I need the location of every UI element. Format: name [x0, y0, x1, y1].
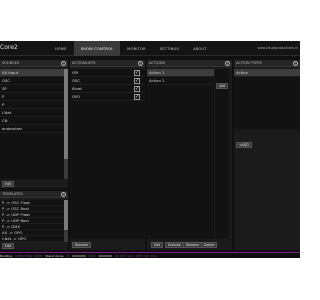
actions-panel: ACTIONS ? Action 1 Action 2 Add Edit Exe… [147, 60, 232, 250]
action-types-add-button[interactable]: <ADD [236, 142, 252, 148]
help-icon[interactable]: ? [293, 61, 298, 66]
list-item[interactable]: P [0, 101, 68, 109]
tab-settings[interactable]: SETTINGS [153, 41, 186, 56]
status-building: Building [0, 253, 13, 258]
list-item[interactable]: P [0, 93, 68, 101]
tab-monitor[interactable]: MONITOR [120, 41, 153, 56]
actionlist-label: GPI [72, 70, 79, 75]
status-ip-label: IP [66, 253, 70, 258]
checkmark-icon[interactable]: ✓ [134, 94, 140, 100]
list-item[interactable]: SP [0, 85, 68, 93]
status-markers: IN OUT ACK VEP TCP OSC [115, 253, 158, 258]
list-item[interactable]: Action 2 [147, 77, 214, 85]
actions-side-column: Add [215, 69, 229, 239]
tab-home[interactable]: HOME [48, 41, 74, 56]
templates-scrollbar[interactable] [64, 200, 68, 242]
action-types-title: ACTION TYPES [236, 61, 262, 65]
sources-panel: SOURCES ? AX Input OSC SP P P I-Net CN a… [0, 60, 68, 188]
sources-scroll-thumb[interactable] [64, 69, 68, 159]
status-bar: Building OPERATING MODE Stand Alone IP 0… [0, 252, 300, 258]
help-icon[interactable]: ? [225, 61, 230, 66]
action-rename-button[interactable]: Rename [183, 242, 203, 248]
action-edit-button[interactable]: Edit [151, 242, 164, 248]
main-nav: HOME SHOW CONTROL MONITOR SETTINGS ABOUT [48, 41, 214, 56]
templates-edit-button[interactable]: Edit [2, 243, 15, 249]
templates-panel: TEMPLATES ? P -> OSC Float P -> OSC Bool… [0, 191, 68, 250]
top-bar: Core2 HOME SHOW CONTROL MONITOR SETTINGS… [0, 41, 300, 56]
status-dmx-value: 0000000 [98, 253, 112, 258]
app-window: Core2 HOME SHOW CONTROL MONITOR SETTINGS… [0, 41, 300, 258]
templates-list: P -> OSC Float P -> OSC Bool P -> UDP Fl… [0, 200, 68, 242]
site-url-link[interactable]: www.visualproductions.nl [257, 46, 298, 50]
action-types-header: ACTION TYPES ? [234, 60, 300, 67]
status-mode-label: OPERATING MODE [15, 253, 43, 258]
actions-header: ACTIONS ? [147, 60, 232, 67]
checkmark-icon[interactable]: ✓ [134, 86, 140, 92]
list-item[interactable]: OSC [0, 77, 68, 85]
sources-list: AX Input OSC SP P P I-Net CN andomizer [0, 69, 68, 179]
sources-header: SOURCES ? [0, 60, 68, 67]
action-delete-button[interactable]: Delete [201, 242, 218, 248]
tab-show-control[interactable]: SHOW CONTROL [73, 41, 121, 56]
action-types-panel: ACTION TYPES ? Action <ADD [234, 60, 300, 250]
list-item[interactable]: Action 1 [147, 69, 214, 77]
list-item[interactable]: GPO ✓ [70, 93, 145, 101]
app-title: Core2 [0, 44, 18, 51]
status-mode-value: Stand Alone [45, 253, 64, 258]
actionlist-label: Kinet [72, 86, 82, 91]
list-item[interactable]: OSC ✓ [70, 77, 145, 85]
list-item[interactable]: I-Net -> GPO [0, 236, 68, 242]
templates-header: TEMPLATES ? [0, 191, 68, 198]
actionlists-title: ACTIONLISTS [72, 61, 96, 65]
status-ip-value: 0000000 [72, 253, 86, 258]
status-dmx-label: DMX [88, 253, 96, 258]
sources-scrollbar[interactable] [64, 69, 68, 179]
checkmark-icon[interactable]: ✓ [134, 70, 140, 76]
templates-title: TEMPLATES [2, 192, 23, 196]
list-item[interactable]: GPI ✓ [70, 69, 145, 77]
actions-add-button[interactable]: Add [216, 83, 229, 89]
action-types-list: Action [234, 69, 300, 129]
actionlist-label: GPO [72, 94, 81, 99]
list-item[interactable]: AX Input [0, 69, 68, 77]
sources-title: SOURCES [2, 61, 20, 65]
help-icon[interactable]: ? [61, 192, 66, 197]
actionlists-panel: ACTIONLISTS ? GPI ✓ OSC ✓ Kinet ✓ GPO ✓ … [70, 60, 145, 250]
actions-title: ACTIONS [149, 61, 165, 65]
list-item[interactable]: Action [234, 69, 300, 77]
checkmark-icon[interactable]: ✓ [134, 78, 140, 84]
templates-scroll-thumb[interactable] [64, 200, 68, 230]
actions-list: Action 1 Action 2 [147, 69, 214, 239]
list-item[interactable]: andomizer [0, 125, 68, 133]
actionlists-rename-button[interactable]: Rename [72, 242, 92, 248]
list-item[interactable]: Kinet ✓ [70, 85, 145, 93]
actionlists-header: ACTIONLISTS ? [70, 60, 145, 67]
sources-edit-button[interactable]: Edit [2, 181, 15, 187]
help-icon[interactable]: ? [61, 61, 66, 66]
help-icon[interactable]: ? [138, 61, 143, 66]
list-item[interactable]: I-Net [0, 109, 68, 117]
tab-about[interactable]: ABOUT [186, 41, 214, 56]
actionlists-list: GPI ✓ OSC ✓ Kinet ✓ GPO ✓ [70, 69, 145, 239]
list-item[interactable]: CN [0, 117, 68, 125]
actionlist-label: OSC [72, 78, 81, 83]
action-execute-button[interactable]: Execute [165, 242, 184, 248]
